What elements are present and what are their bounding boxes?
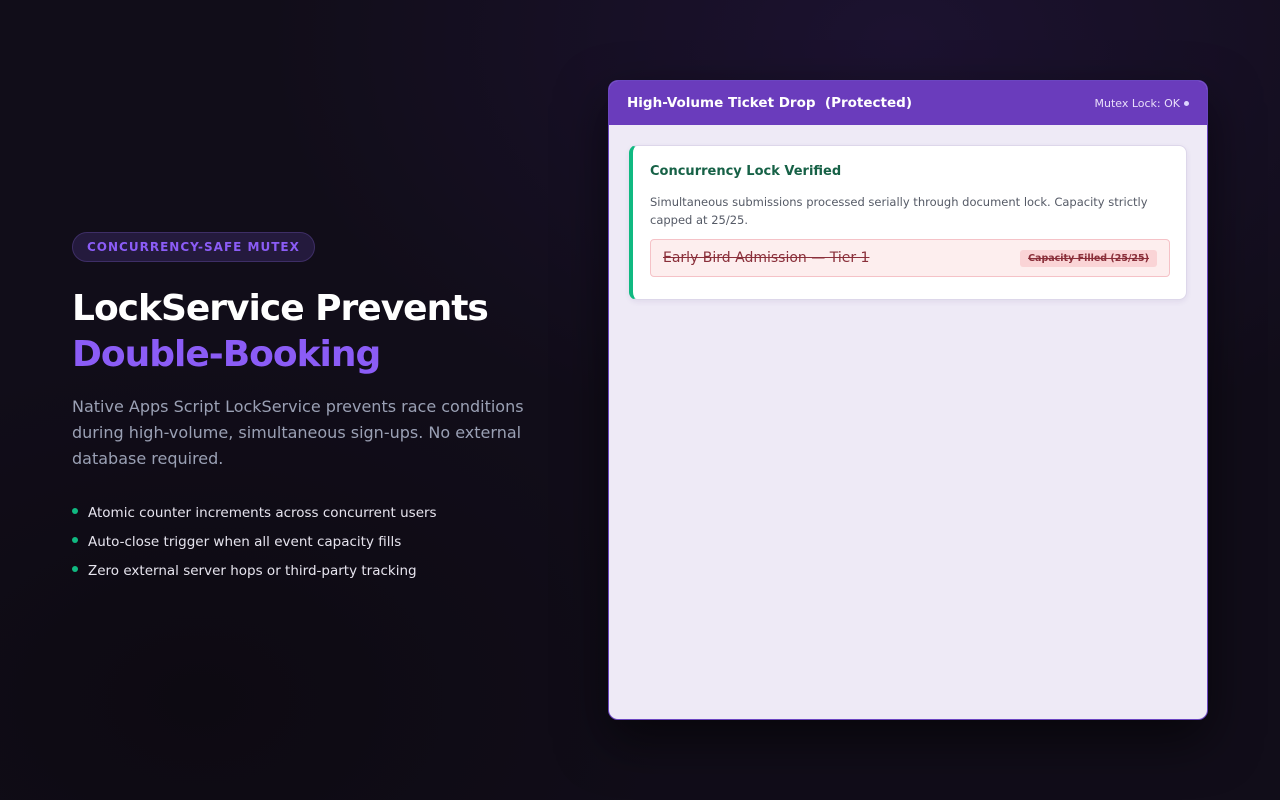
- ticket-tier-row: Early Bird Admission — Tier 1 Capacity F…: [650, 239, 1170, 277]
- feature-text: Atomic counter increments across concurr…: [88, 504, 437, 521]
- headline-line-2: Double-Booking: [72, 334, 381, 375]
- card-description: Simultaneous submissions processed seria…: [650, 195, 1148, 227]
- page-title: LockService Prevents Double-Booking: [72, 286, 572, 378]
- mutex-status: Mutex Lock: OK: [1094, 97, 1189, 110]
- bullet-dot-icon: [72, 565, 78, 572]
- feature-text: Auto-close trigger when all event capaci…: [88, 533, 402, 550]
- panel-header: High-Volume Ticket Drop (Protected) Mute…: [609, 81, 1207, 125]
- bullet-dot-icon: [72, 507, 78, 514]
- card-title: Concurrency Lock Verified: [650, 164, 842, 179]
- headline-line-1: LockService Prevents: [72, 288, 489, 329]
- status-dot-icon: [1184, 100, 1189, 106]
- bullet-dot-icon: [72, 536, 78, 543]
- feature-list-item: Atomic counter increments across concurr…: [72, 498, 572, 527]
- feature-list-item: Zero external server hops or third-party…: [72, 556, 572, 585]
- lock-verified-card: Concurrency Lock Verified Simultaneous s…: [629, 145, 1187, 300]
- mutex-status-label: Mutex Lock: OK: [1094, 96, 1180, 110]
- capacity-badge: Capacity Filled (25/25): [1020, 249, 1157, 267]
- feature-text: Zero external server hops or third-party…: [88, 562, 417, 579]
- ticket-tier-name: Early Bird Admission — Tier 1: [663, 250, 870, 266]
- ticket-drop-panel: High-Volume Ticket Drop (Protected) Mute…: [608, 80, 1208, 720]
- hero-description: Native Apps Script LockService prevents …: [72, 397, 524, 468]
- panel-title: High-Volume Ticket Drop (Protected): [627, 95, 912, 111]
- feature-list-item: Auto-close trigger when all event capaci…: [72, 527, 572, 556]
- feature-pill: CONCURRENCY-SAFE MUTEX: [72, 232, 315, 262]
- feature-list: Atomic counter increments across concurr…: [72, 498, 572, 585]
- hero-section: CONCURRENCY-SAFE MUTEX LockService Preve…: [72, 232, 572, 585]
